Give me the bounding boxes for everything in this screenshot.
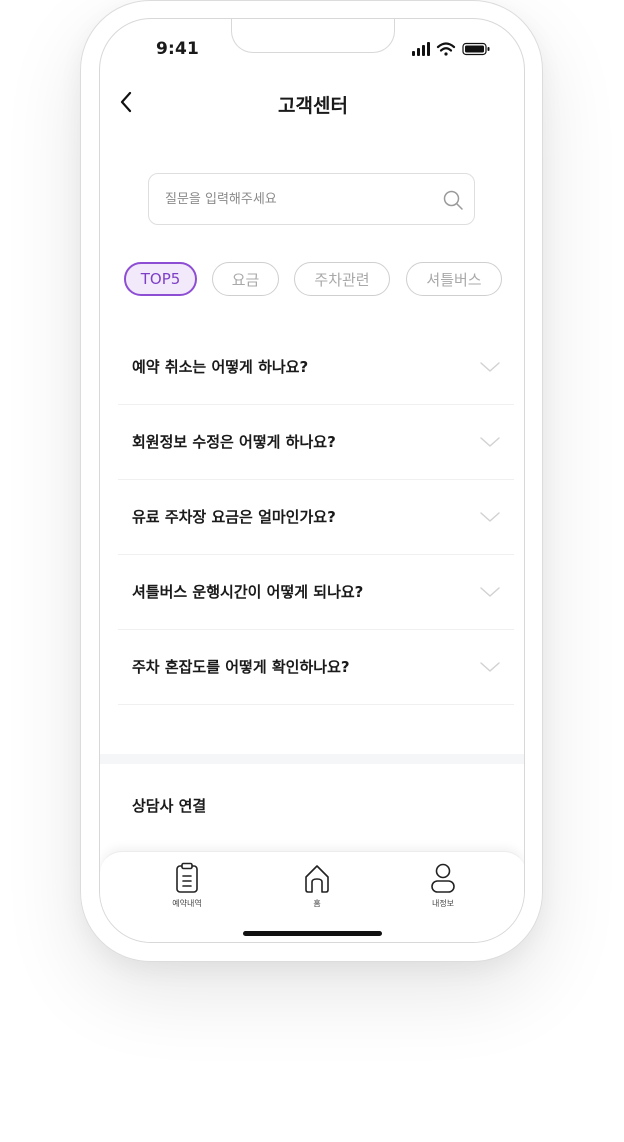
page-title: 고객센터 <box>278 95 348 117</box>
chevron-down-icon <box>480 437 500 447</box>
status-icons <box>412 41 492 57</box>
chip-shuttle[interactable]: 셔틀버스 <box>406 262 502 296</box>
faq-question: 예약 취소는 어떻게 하나요? <box>132 358 309 376</box>
search-input[interactable] <box>165 174 425 224</box>
search-icon[interactable] <box>442 189 464 211</box>
faq-item-cancel-reservation[interactable]: 예약 취소는 어떻게 하나요? <box>118 330 514 405</box>
tab-label: 내정보 <box>431 899 455 908</box>
faq-item-parking-congestion[interactable]: 주차 혼잡도를 어떻게 확인하나요? <box>118 630 514 705</box>
battery-icon <box>462 42 490 56</box>
home-icon <box>305 865 329 893</box>
signal-icon <box>412 42 430 56</box>
user-icon <box>431 863 455 893</box>
chevron-down-icon <box>480 587 500 597</box>
phone-screen: 9:41 고객센터 질문을 입력해주세요 TOP5 요금 주차관련 셔틀버스 예… <box>99 18 525 943</box>
notch <box>231 19 395 53</box>
chip-top5[interactable]: TOP5 <box>124 262 197 296</box>
tab-home[interactable]: 홈 <box>272 862 362 922</box>
bottom-tab-bar: 예약내역 홈 내정보 <box>100 851 524 942</box>
status-time: 9:41 <box>156 39 200 59</box>
faq-item-paid-parking-fee[interactable]: 유료 주차장 요금은 얼마인가요? <box>118 480 514 555</box>
home-indicator <box>243 931 382 936</box>
category-chips: TOP5 요금 주차관련 셔틀버스 <box>124 262 524 298</box>
clipboard-icon <box>176 862 198 893</box>
faq-item-shuttle-hours[interactable]: 셔틀버스 운행시간이 어떻게 되나요? <box>118 555 514 630</box>
faq-question: 셔틀버스 운행시간이 어떻게 되나요? <box>132 583 364 601</box>
faq-question: 유료 주차장 요금은 얼마인가요? <box>132 508 336 526</box>
chip-fee[interactable]: 요금 <box>212 262 279 296</box>
header: 고객센터 <box>100 79 524 129</box>
chevron-down-icon <box>480 512 500 522</box>
chip-parking[interactable]: 주차관련 <box>294 262 390 296</box>
tab-label: 홈 <box>313 899 321 908</box>
wifi-icon <box>436 42 456 56</box>
faq-item-edit-member-info[interactable]: 회원정보 수정은 어떻게 하나요? <box>118 405 514 480</box>
tab-my-info[interactable]: 내정보 <box>398 862 488 922</box>
section-divider <box>100 754 524 764</box>
faq-question: 주차 혼잡도를 어떻게 확인하나요? <box>132 658 350 676</box>
tab-reservations[interactable]: 예약내역 <box>142 862 232 922</box>
tab-label: 예약내역 <box>172 899 202 908</box>
counselor-connect-link[interactable]: 상담사 연결 <box>132 795 206 816</box>
chevron-down-icon <box>480 362 500 372</box>
search-box <box>148 173 475 225</box>
chevron-down-icon <box>480 662 500 672</box>
faq-list: 예약 취소는 어떻게 하나요? 회원정보 수정은 어떻게 하나요? 유료 주차장… <box>118 330 514 705</box>
faq-question: 회원정보 수정은 어떻게 하나요? <box>132 433 336 451</box>
